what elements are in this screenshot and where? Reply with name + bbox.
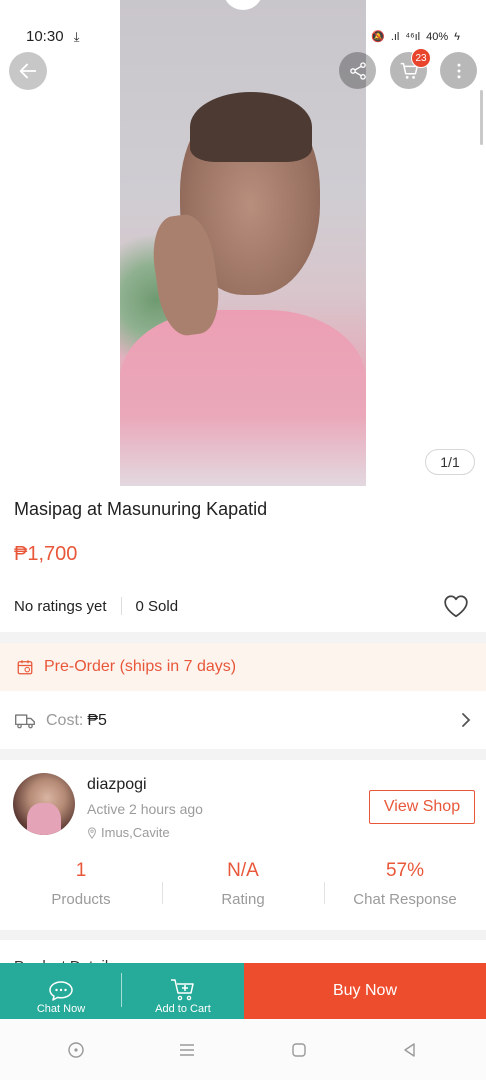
circle-dot-icon bbox=[68, 1041, 84, 1058]
download-icon: ⤓ bbox=[73, 29, 80, 44]
add-to-cart-button[interactable]: Add to Cart bbox=[122, 963, 244, 1019]
shop-name[interactable]: diazpogi bbox=[87, 776, 147, 794]
sold-count: 0 Sold bbox=[135, 597, 179, 615]
preorder-banner: Pre-Order (ships in 7 days) bbox=[0, 643, 486, 691]
section-divider bbox=[0, 930, 486, 940]
image-counter: 1/1 bbox=[425, 449, 475, 475]
menu-lines-icon bbox=[180, 1043, 195, 1056]
metric-rating: N/A Rating bbox=[162, 860, 324, 908]
chat-icon bbox=[49, 981, 73, 1001]
chat-now-label: Chat Now bbox=[36, 1003, 86, 1015]
section-divider bbox=[0, 632, 486, 643]
chat-now-button[interactable]: Chat Now bbox=[0, 963, 122, 1019]
nav-assistant-button[interactable] bbox=[64, 1038, 88, 1062]
chevron-right-icon[interactable] bbox=[460, 712, 472, 728]
preorder-label: Pre-Order (ships in 7 days) bbox=[44, 658, 237, 675]
more-vertical-icon bbox=[457, 63, 460, 78]
status-time: 10:30 ⤓ bbox=[26, 28, 79, 45]
status-time-text: 10:30 bbox=[26, 28, 64, 45]
truck-icon bbox=[15, 714, 35, 729]
section-divider bbox=[0, 749, 486, 760]
mute-icon: 🔕 bbox=[371, 31, 385, 43]
shop-location: Imus,Cavite bbox=[87, 825, 170, 840]
arrow-left-icon bbox=[19, 63, 37, 79]
stats-divider bbox=[120, 597, 122, 615]
triangle-back-icon bbox=[404, 1042, 415, 1057]
metric-rating-value: N/A bbox=[227, 860, 259, 881]
add-to-cart-icon bbox=[171, 979, 194, 1001]
product-stats: No ratings yet 0 Sold bbox=[14, 597, 178, 615]
battery-text: 40% bbox=[426, 30, 449, 43]
bottom-action-bar: Chat Now Add to Cart Buy Now bbox=[0, 963, 486, 1019]
heart-icon[interactable] bbox=[443, 594, 469, 618]
add-to-cart-label: Add to Cart bbox=[155, 1003, 211, 1015]
system-nav-bar bbox=[0, 1019, 486, 1080]
signal-icon: .ıl bbox=[390, 30, 400, 43]
bottom-left-actions: Chat Now Add to Cart bbox=[0, 963, 244, 1019]
calendar-icon bbox=[17, 660, 33, 675]
status-indicators: 🔕 .ıl ⁴⁶ıl 40% ϟ bbox=[371, 30, 460, 44]
buy-now-button[interactable]: Buy Now bbox=[244, 963, 486, 1019]
shop-location-text: Imus,Cavite bbox=[101, 825, 170, 840]
product-price: ₱1,700 bbox=[14, 543, 78, 565]
nav-back-button[interactable] bbox=[398, 1038, 422, 1062]
nav-recents-button[interactable] bbox=[175, 1038, 199, 1062]
metric-products[interactable]: 1 Products bbox=[0, 860, 162, 908]
metric-divider bbox=[324, 882, 325, 904]
bottom-bar-divider bbox=[121, 973, 122, 1007]
ratings-text: No ratings yet bbox=[14, 597, 107, 615]
nav-home-button[interactable] bbox=[287, 1038, 311, 1062]
metric-chat-response-value: 57% bbox=[385, 860, 425, 881]
square-icon bbox=[292, 1042, 306, 1057]
view-shop-button[interactable]: View Shop bbox=[369, 790, 475, 824]
shop-active-status: Active 2 hours ago bbox=[87, 801, 203, 817]
charging-icon: ϟ bbox=[454, 30, 460, 43]
avatar-figure bbox=[27, 803, 61, 835]
signal-4g-text: ⁴⁶ıl bbox=[405, 30, 421, 43]
product-title: Masipag at Masunuring Kapatid bbox=[14, 499, 268, 519]
shipping-cost-label: Cost: bbox=[46, 712, 84, 729]
shop-avatar[interactable] bbox=[13, 773, 75, 835]
metric-divider bbox=[162, 882, 163, 904]
shipping-cost-value: ₱5 bbox=[87, 712, 107, 729]
share-icon bbox=[349, 61, 366, 80]
metric-products-label: Products bbox=[51, 891, 111, 908]
photo-shirt bbox=[120, 310, 366, 486]
shop-card: diazpogi Active 2 hours ago Imus,Cavite … bbox=[0, 760, 486, 930]
photo-hair bbox=[190, 92, 312, 162]
status-bar: 10:30 ⤓ 🔕 .ıl ⁴⁶ıl 40% ϟ bbox=[0, 0, 486, 62]
scrollbar[interactable] bbox=[480, 90, 483, 145]
metric-chat-response: 57% Chat Response bbox=[324, 860, 486, 908]
product-photo[interactable] bbox=[120, 0, 366, 486]
metric-chat-response-label: Chat Response bbox=[353, 891, 457, 908]
location-pin-icon bbox=[88, 826, 96, 839]
metric-products-value: 1 bbox=[75, 860, 87, 881]
shipping-row[interactable]: Cost: ₱5 bbox=[0, 698, 486, 744]
metric-rating-label: Rating bbox=[221, 891, 265, 908]
shop-metrics: 1 Products N/A Rating 57% Chat Response bbox=[0, 860, 486, 908]
